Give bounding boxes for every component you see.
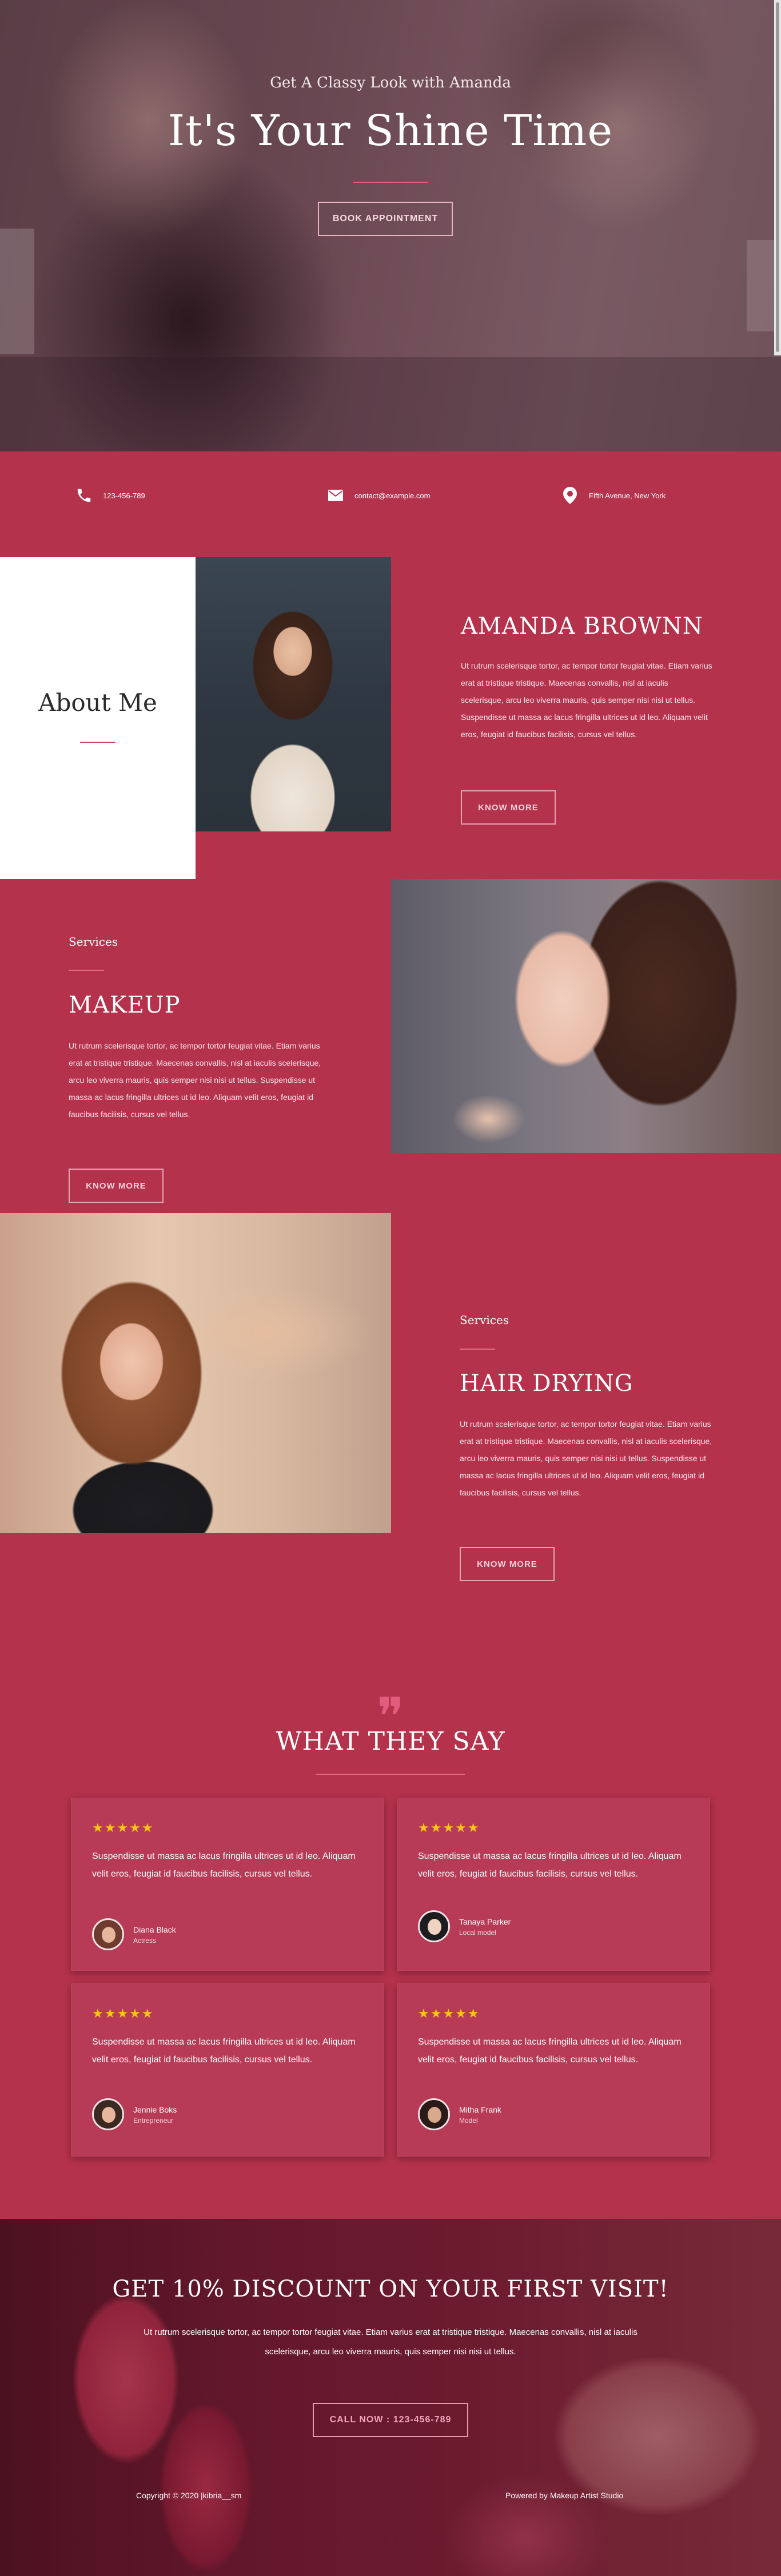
hair-know-more-button[interactable]: KNOW MORE bbox=[460, 1547, 555, 1581]
testimonial-card: ★★★★★ Suspendisse ut massa ac lacus frin… bbox=[71, 1983, 384, 2157]
hero-divider bbox=[353, 182, 428, 183]
contact-address: Fifth Avenue, New York bbox=[560, 486, 666, 505]
testimonials-divider bbox=[316, 1774, 465, 1775]
avatar bbox=[92, 2098, 124, 2130]
contact-email[interactable]: contact@example.com bbox=[326, 486, 430, 505]
contact-phone[interactable]: 123-456-789 bbox=[74, 486, 145, 505]
testimonial-card: ★★★★★ Suspendisse ut massa ac lacus frin… bbox=[397, 1983, 710, 2157]
testimonial-name: Jennie Boks bbox=[133, 2105, 177, 2114]
avatar-face bbox=[102, 2107, 115, 2123]
testimonial-name: Tanaya Parker bbox=[459, 1917, 511, 1926]
testimonials-title: WHAT THEY SAY bbox=[276, 1727, 505, 1756]
about-name: AMANDA BROWNN bbox=[461, 613, 703, 639]
avatar-face bbox=[428, 2107, 441, 2123]
testimonial-name: Mitha Frank bbox=[459, 2105, 501, 2114]
hero-background-shelf bbox=[0, 229, 34, 354]
makeup-know-more-button[interactable]: KNOW MORE bbox=[69, 1169, 164, 1203]
avatar-face bbox=[428, 1919, 441, 1935]
testimonial-text: Suspendisse ut massa ac lacus fringilla … bbox=[92, 2037, 356, 2065]
contact-bar: 123-456-789 contact@example.com Fifth Av… bbox=[0, 451, 781, 557]
testimonial-role: Model bbox=[459, 2117, 478, 2125]
testimonial-role: Actress bbox=[133, 1937, 157, 1945]
about-panel bbox=[0, 557, 196, 879]
testimonial-text: Suspendisse ut massa ac lacus fringilla … bbox=[418, 1851, 682, 1879]
hair-drying-photo bbox=[0, 1213, 391, 1533]
makeup-photo bbox=[391, 879, 781, 1153]
about-divider bbox=[80, 742, 115, 743]
star-rating-icon: ★★★★★ bbox=[418, 2007, 480, 2021]
star-rating-icon: ★★★★★ bbox=[92, 1821, 154, 1835]
avatar bbox=[418, 2098, 450, 2130]
testimonial-name: Diana Black bbox=[133, 1925, 176, 1934]
hair-divider bbox=[460, 1349, 495, 1350]
scrollbar-thumb[interactable] bbox=[776, 2, 779, 352]
discount-section: GET 10% DISCOUNT ON YOUR FIRST VISIT! Ut… bbox=[0, 2219, 781, 2576]
star-rating-icon: ★★★★★ bbox=[92, 2007, 154, 2021]
discount-text: Ut rutrum scelerisque tortor, ac tempor … bbox=[144, 2327, 637, 2357]
book-appointment-button[interactable]: BOOK APPOINTMENT bbox=[318, 202, 453, 236]
hair-title: HAIR DRYING bbox=[460, 1370, 633, 1397]
hero-title: It's Your Shine Time bbox=[168, 106, 613, 155]
about-know-more-button[interactable]: KNOW MORE bbox=[461, 790, 556, 825]
testimonial-card: ★★★★★ Suspendisse ut massa ac lacus frin… bbox=[397, 1798, 710, 1971]
testimonial-text: Suspendisse ut massa ac lacus fringilla … bbox=[418, 2037, 682, 2065]
makeup-divider bbox=[69, 970, 104, 971]
makeup-text: Ut rutrum scelerisque tortor, ac tempor … bbox=[69, 1041, 321, 1119]
about-text: Ut rutrum scelerisque tortor, ac tempor … bbox=[461, 661, 712, 739]
testimonial-card: ★★★★★ Suspendisse ut massa ac lacus frin… bbox=[71, 1798, 384, 1971]
map-pin-icon bbox=[560, 486, 580, 505]
testimonial-role: Local model bbox=[459, 1929, 496, 1937]
contact-address-text: Fifth Avenue, New York bbox=[589, 491, 666, 500]
hero-background-band bbox=[0, 357, 781, 451]
hair-text: Ut rutrum scelerisque tortor, ac tempor … bbox=[460, 1419, 712, 1497]
testimonial-role: Entrepreneur bbox=[133, 2117, 174, 2125]
about-heading: About Me bbox=[38, 689, 157, 717]
makeup-services-label: Services bbox=[69, 935, 118, 949]
footer-copyright: Copyright © 2020 |kibria__sm bbox=[136, 2491, 242, 2500]
avatar-face bbox=[102, 1927, 115, 1943]
footer-powered-by: Powered by Makeup Artist Studio bbox=[505, 2491, 624, 2500]
contact-phone-text: 123-456-789 bbox=[103, 491, 145, 500]
contact-email-text: contact@example.com bbox=[354, 491, 431, 500]
discount-title: GET 10% DISCOUNT ON YOUR FIRST VISIT! bbox=[112, 2276, 669, 2302]
avatar bbox=[418, 1910, 450, 1942]
hero-subtitle: Get A Classy Look with Amanda bbox=[270, 74, 511, 91]
star-rating-icon: ★★★★★ bbox=[418, 1821, 480, 1835]
hero-section: Get A Classy Look with Amanda It's Your … bbox=[0, 0, 781, 451]
testimonial-text: Suspendisse ut massa ac lacus fringilla … bbox=[92, 1851, 356, 1879]
phone-icon bbox=[74, 486, 94, 505]
call-now-button[interactable]: CALL NOW : 123-456-789 bbox=[313, 2403, 468, 2437]
amanda-portrait-photo bbox=[196, 557, 391, 831]
avatar bbox=[92, 1918, 124, 1950]
makeup-title: MAKEUP bbox=[69, 992, 181, 1018]
page-scrollbar[interactable] bbox=[774, 0, 781, 355]
envelope-icon bbox=[326, 486, 345, 505]
hair-services-label: Services bbox=[460, 1313, 509, 1327]
